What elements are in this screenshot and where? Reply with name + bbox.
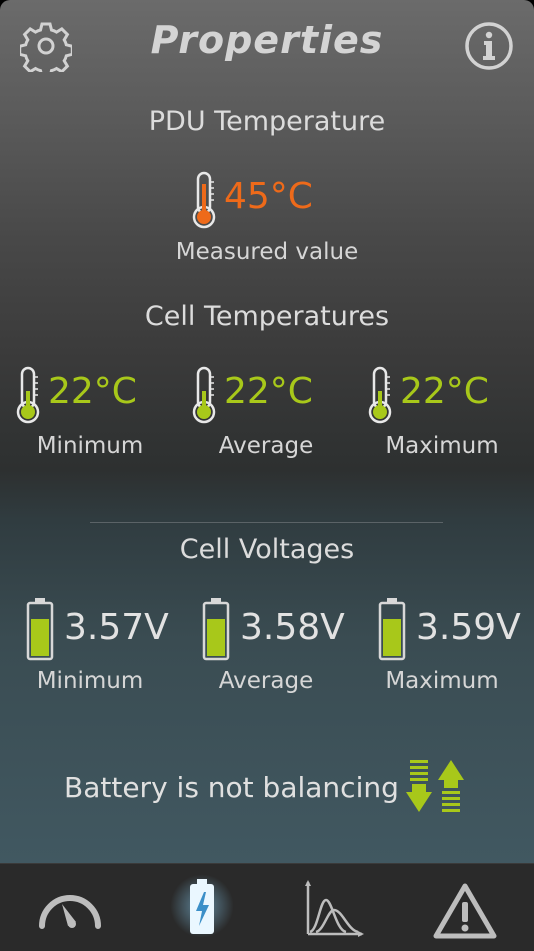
cell-temp-minimum: 22°C xyxy=(14,365,164,425)
cell-temp-average-value: 22°C xyxy=(224,371,313,412)
section-divider xyxy=(90,522,443,523)
tab-distribution[interactable] xyxy=(292,876,376,938)
cell-voltage-minimum-value: 3.57V xyxy=(64,607,169,648)
tab-battery[interactable] xyxy=(160,868,244,946)
balancing-status-text: Battery is not balancing xyxy=(64,771,399,804)
properties-screen: Properties PDU Temperature 45°C Measured… xyxy=(0,0,534,863)
thermometer-icon xyxy=(192,171,216,229)
cell-voltage-minimum-label: Minimum xyxy=(36,668,144,694)
thermometer-icon xyxy=(192,366,216,424)
cell-voltage-average: 3.58V xyxy=(202,597,352,661)
cell-voltage-maximum: 3.59V xyxy=(378,597,528,661)
thermometer-icon xyxy=(16,366,40,424)
info-button[interactable] xyxy=(464,21,514,71)
pdu-temperature-readout: 45°C xyxy=(190,170,350,230)
cell-temp-maximum: 22°C xyxy=(366,365,516,425)
cell-temp-minimum-label: Minimum xyxy=(36,433,144,459)
cell-voltage-average-value: 3.58V xyxy=(240,607,345,648)
cell-temp-minimum-value: 22°C xyxy=(48,371,137,412)
info-icon xyxy=(465,22,513,70)
cell-voltages-heading: Cell Voltages xyxy=(179,534,355,565)
battery-bolt-icon xyxy=(190,879,214,934)
battery-icon xyxy=(26,598,54,661)
cell-temp-average-label: Average xyxy=(218,433,314,459)
cell-temperatures-heading: Cell Temperatures xyxy=(144,301,390,332)
battery-icon xyxy=(378,598,406,661)
cell-voltage-average-label: Average xyxy=(218,668,314,694)
warning-icon xyxy=(433,883,497,939)
tab-alerts[interactable] xyxy=(424,876,508,939)
pdu-temperature-value: 45°C xyxy=(224,176,313,217)
thermometer-icon xyxy=(368,366,392,424)
cell-temp-average: 22°C xyxy=(190,365,340,425)
cell-voltage-minimum: 3.57V xyxy=(26,597,176,661)
cell-temp-maximum-label: Maximum xyxy=(385,433,499,459)
tab-bar xyxy=(0,863,534,951)
distribution-chart-icon xyxy=(305,880,364,937)
pdu-caption: Measured value xyxy=(175,239,359,265)
balancing-arrows-icon xyxy=(406,760,464,812)
gauge-icon xyxy=(39,895,101,929)
cell-temp-maximum-value: 22°C xyxy=(400,371,489,412)
tab-dashboard[interactable] xyxy=(28,876,112,938)
cell-voltage-maximum-value: 3.59V xyxy=(416,607,521,648)
page-title: Properties xyxy=(150,18,384,62)
pdu-temperature-heading: PDU Temperature xyxy=(148,106,386,137)
battery-icon xyxy=(202,598,230,661)
cell-voltage-maximum-label: Maximum xyxy=(385,668,499,694)
